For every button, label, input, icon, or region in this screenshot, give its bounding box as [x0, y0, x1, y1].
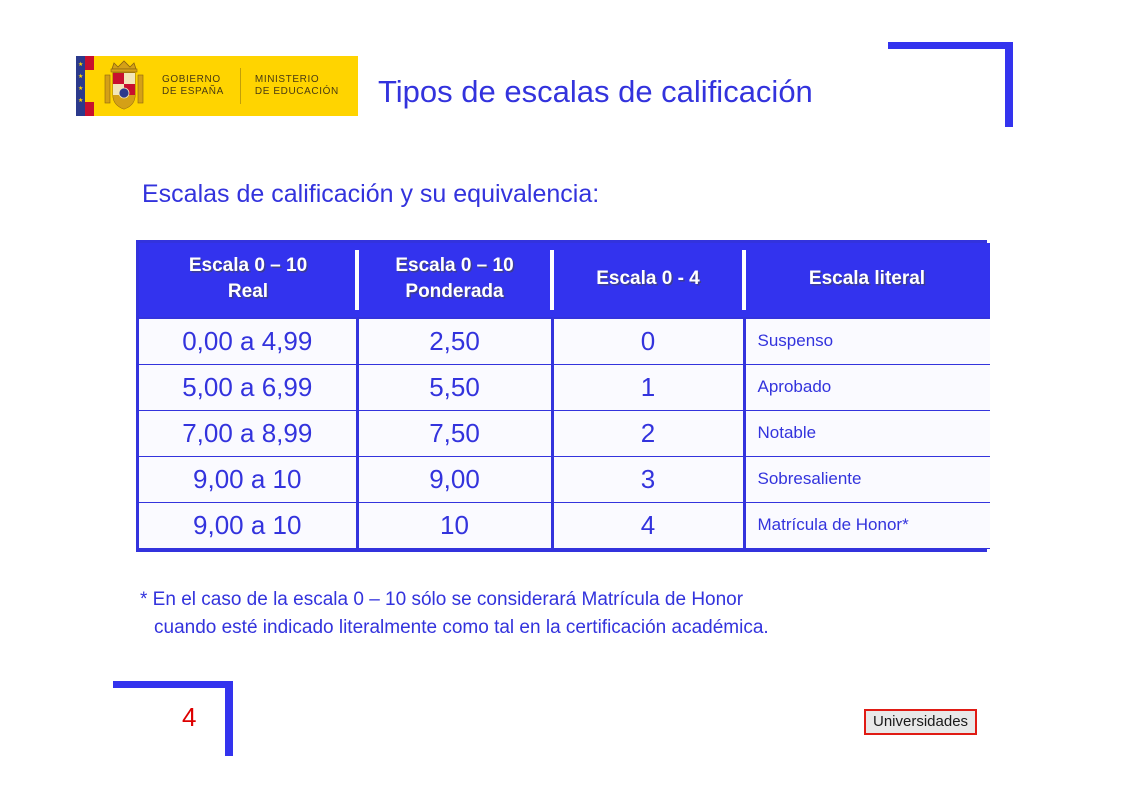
cell-escala-real: 9,00 a 10 [139, 455, 359, 503]
column-header-line1: Escala 0 – 10 [395, 255, 514, 276]
cell-escala-real: 0,00 a 4,99 [139, 317, 359, 365]
flag-yellow-band [85, 70, 94, 102]
cell-escala-literal: Sobresaliente [742, 455, 990, 503]
eu-star-icon: ★ [78, 86, 84, 92]
footnote-line2: cuando esté indicado literalmente como t… [154, 617, 769, 638]
cell-escala-0-4: 4 [550, 501, 746, 549]
footnote-line1: * En el caso de la escala 0 – 10 sólo se… [140, 589, 744, 610]
government-logo: ★ ★ ★ ★ GOBIERNO DE ESPAÑA MINISTERIO DE… [76, 56, 358, 116]
column-header-line1: Escala 0 - 4 [596, 268, 700, 289]
logo-gobierno-line1: GOBIERNO [162, 74, 221, 85]
table-row: 7,00 a 8,99 7,50 2 Notable [139, 409, 990, 457]
column-header-escala-0-4: Escala 0 - 4 [550, 243, 744, 318]
bracket-vertical-bar [225, 681, 233, 756]
section-subtitle: Escalas de calificación y su equivalenci… [142, 180, 600, 208]
flag-red-band-bottom [85, 102, 94, 116]
column-header-escala-real: Escala 0 – 10 Real [139, 243, 357, 318]
logo-ministerio-line1: MINISTERIO [254, 74, 320, 85]
corner-bracket-bottom-left [113, 681, 233, 756]
cell-escala-0-4: 1 [550, 363, 746, 411]
spain-eu-flag-strip: ★ ★ ★ ★ [76, 56, 94, 116]
cell-escala-literal: Aprobado [742, 363, 990, 411]
cell-escala-ponderada: 2,50 [355, 317, 554, 365]
logo-gobierno-text: GOBIERNO DE ESPAÑA [162, 74, 224, 98]
cell-escala-0-4: 0 [550, 317, 746, 365]
logo-ministerio-text: MINISTERIO DE EDUCACIÓN [255, 74, 339, 98]
eu-star-icon: ★ [78, 62, 84, 68]
table-row: 9,00 a 10 10 4 Matrícula de Honor* [139, 501, 990, 549]
cell-escala-literal: Notable [742, 409, 990, 457]
logo-ministerio-line2: DE EDUCACIÓN [254, 86, 339, 97]
logo-divider [239, 68, 241, 104]
cell-escala-ponderada: 9,00 [355, 455, 554, 503]
table-header-row: Escala 0 – 10 Real Escala 0 – 10 Pondera… [139, 243, 990, 318]
spain-coat-of-arms-icon [94, 56, 156, 116]
column-header-line1: Escala literal [808, 268, 926, 289]
bracket-vertical-bar [1005, 42, 1013, 127]
column-header-escala-literal: Escala literal [742, 243, 990, 318]
bracket-horizontal-bar [113, 681, 233, 688]
page-title: Tipos de escalas de calificación [378, 74, 813, 109]
column-header-line2: Real [227, 281, 269, 302]
column-header-escala-ponderada: Escala 0 – 10 Ponderada [355, 243, 552, 318]
cell-escala-0-4: 2 [550, 409, 746, 457]
bracket-horizontal-bar [888, 42, 1013, 49]
cell-escala-real: 5,00 a 6,99 [139, 363, 359, 411]
table-row: 0,00 a 4,99 2,50 0 Suspenso [139, 317, 990, 365]
cell-escala-ponderada: 5,50 [355, 363, 554, 411]
flag-red-band-top [85, 56, 94, 70]
footnote: * En el caso de la escala 0 – 10 sólo se… [140, 586, 960, 642]
universidades-badge: Universidades [864, 709, 978, 735]
cell-escala-ponderada: 7,50 [355, 409, 554, 457]
grading-scales-table: Escala 0 – 10 Real Escala 0 – 10 Pondera… [136, 240, 990, 552]
logo-text-group: GOBIERNO DE ESPAÑA MINISTERIO DE EDUCACI… [156, 56, 358, 116]
column-header-line2: Ponderada [405, 281, 504, 302]
cell-escala-literal: Matrícula de Honor* [742, 501, 990, 549]
page-number: 4 [182, 702, 197, 732]
eu-star-icon: ★ [78, 98, 84, 104]
corner-bracket-top-right [888, 42, 1013, 127]
cell-escala-literal: Suspenso [742, 317, 990, 365]
cell-escala-real: 9,00 a 10 [139, 501, 359, 549]
cell-escala-0-4: 3 [550, 455, 746, 503]
cell-escala-ponderada: 10 [355, 501, 554, 549]
cell-escala-real: 7,00 a 8,99 [139, 409, 359, 457]
column-header-line1: Escala 0 – 10 [188, 255, 308, 276]
eu-star-icon: ★ [78, 74, 84, 80]
table-row: 5,00 a 6,99 5,50 1 Aprobado [139, 363, 990, 411]
table-row: 9,00 a 10 9,00 3 Sobresaliente [139, 455, 990, 503]
logo-gobierno-line2: DE ESPAÑA [162, 86, 224, 97]
